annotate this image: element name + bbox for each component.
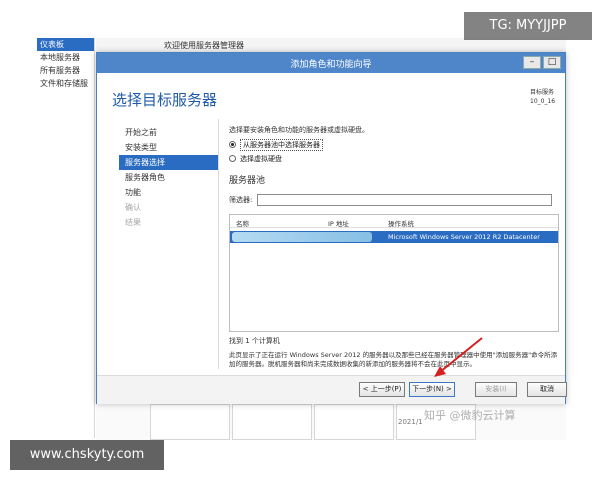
dashboard-tile[interactable] [314, 404, 394, 440]
column-ip[interactable]: IP 地址 [328, 218, 349, 228]
option-server-pool[interactable]: 从服务器池中选择服务器 [229, 138, 559, 151]
option-server-pool-label[interactable]: 从服务器池中选择服务器 [240, 138, 323, 151]
install-button: 安装(I) [475, 382, 517, 397]
nav-step-before-you-begin[interactable]: 开始之前 [119, 125, 218, 140]
sidebar-item-dashboard[interactable]: 仪表板 [37, 38, 94, 51]
filter-input[interactable] [257, 194, 552, 206]
previous-button[interactable]: < 上一步(P) [359, 382, 405, 397]
filter-row: 筛选器: [229, 194, 559, 206]
table-row[interactable]: Microsoft Windows Server 2012 R2 Datacen… [230, 231, 558, 243]
radio-unselected-icon[interactable] [229, 155, 236, 162]
cancel-button[interactable]: 取消 [527, 382, 567, 397]
dashboard-tile[interactable] [150, 404, 230, 440]
nav-step-features[interactable]: 功能 [119, 185, 218, 200]
wizard-title: 添加角色和功能向导 [290, 60, 372, 70]
found-count: 找到 1 个计算机 [229, 337, 280, 345]
radio-selected-icon[interactable] [229, 141, 236, 148]
sidebar-item-local-server[interactable]: 本地服务器 [37, 51, 94, 64]
nav-step-confirmation: 确认 [125, 203, 141, 212]
sidebar-item-all-servers[interactable]: 所有服务器 [37, 64, 94, 77]
row-os: Microsoft Windows Server 2012 R2 Datacen… [388, 233, 540, 241]
tg-watermark: TG: MYYJJPP [464, 12, 592, 40]
option-virtual-disk[interactable]: 选择虚拟硬盘 [229, 154, 559, 163]
destination-label: 目标服务 [530, 89, 555, 96]
welcome-text: 欢迎使用服务器管理器 [164, 41, 244, 50]
filter-label: 筛选器: [229, 196, 253, 204]
maximize-button[interactable]: □ [543, 56, 561, 69]
server-manager-sidebar: 仪表板 本地服务器 所有服务器 文件和存储服 [37, 38, 95, 438]
next-button[interactable]: 下一步(N) > [409, 382, 455, 397]
nav-step-server-roles[interactable]: 服务器角色 [119, 170, 218, 185]
wizard-steps-nav: 开始之前 安装类型 服务器选择 服务器角色 功能 确认 结果 [119, 125, 218, 230]
minimize-button[interactable]: – [523, 56, 541, 69]
destination-value: 10_0_16 [530, 98, 556, 105]
intro-text: 选择要安装角色和功能的服务器或虚拟硬盘。 [229, 126, 369, 134]
screenshot: 仪表板 本地服务器 所有服务器 文件和存储服 欢迎使用服务器管理器 2021/1… [0, 0, 600, 480]
redacted-server-name [232, 232, 372, 242]
zhihu-watermark: 知乎 @微豹云计算 [424, 409, 516, 422]
wizard-content: 选择要安装角色和功能的服务器或虚拟硬盘。 从服务器池中选择服务器 选择虚拟硬盘 … [229, 119, 559, 369]
nav-step-results: 结果 [125, 218, 141, 227]
nav-step-server-selection[interactable]: 服务器选择 [119, 155, 218, 170]
destination-server: 目标服务 10_0_16 [530, 88, 566, 106]
option-virtual-disk-label[interactable]: 选择虚拟硬盘 [240, 154, 282, 164]
column-name[interactable]: 名称 [236, 218, 249, 228]
server-pool-title: 服务器池 [229, 176, 266, 186]
column-os[interactable]: 操作系统 [388, 218, 414, 228]
server-pool-table: 名称 IP 地址 操作系统 Microsoft Windows Server 2… [229, 214, 559, 332]
sidebar-item-file-storage[interactable]: 文件和存储服 [37, 77, 94, 90]
wizard-footer: < 上一步(P) 下一步(N) > 安装(I) 取消 [97, 375, 567, 404]
site-watermark: www.chskyty.com [10, 440, 164, 470]
page-title: 选择目标服务器 [112, 91, 218, 109]
tile-date: 2021/1 [398, 418, 423, 426]
wizard-titlebar[interactable]: 添加角色和功能向导 – □ [97, 53, 565, 73]
nav-divider [218, 119, 219, 369]
explanation-note: 此页显示了正在运行 Windows Server 2012 的服务器以及那些已经… [229, 351, 558, 368]
table-header: 名称 IP 地址 操作系统 [230, 215, 558, 228]
dashboard-tile[interactable] [232, 404, 312, 440]
nav-step-installation-type[interactable]: 安装类型 [119, 140, 218, 155]
add-roles-wizard-window: 添加角色和功能向导 – □ 选择目标服务器 目标服务 10_0_16 开始之前 … [96, 52, 567, 404]
